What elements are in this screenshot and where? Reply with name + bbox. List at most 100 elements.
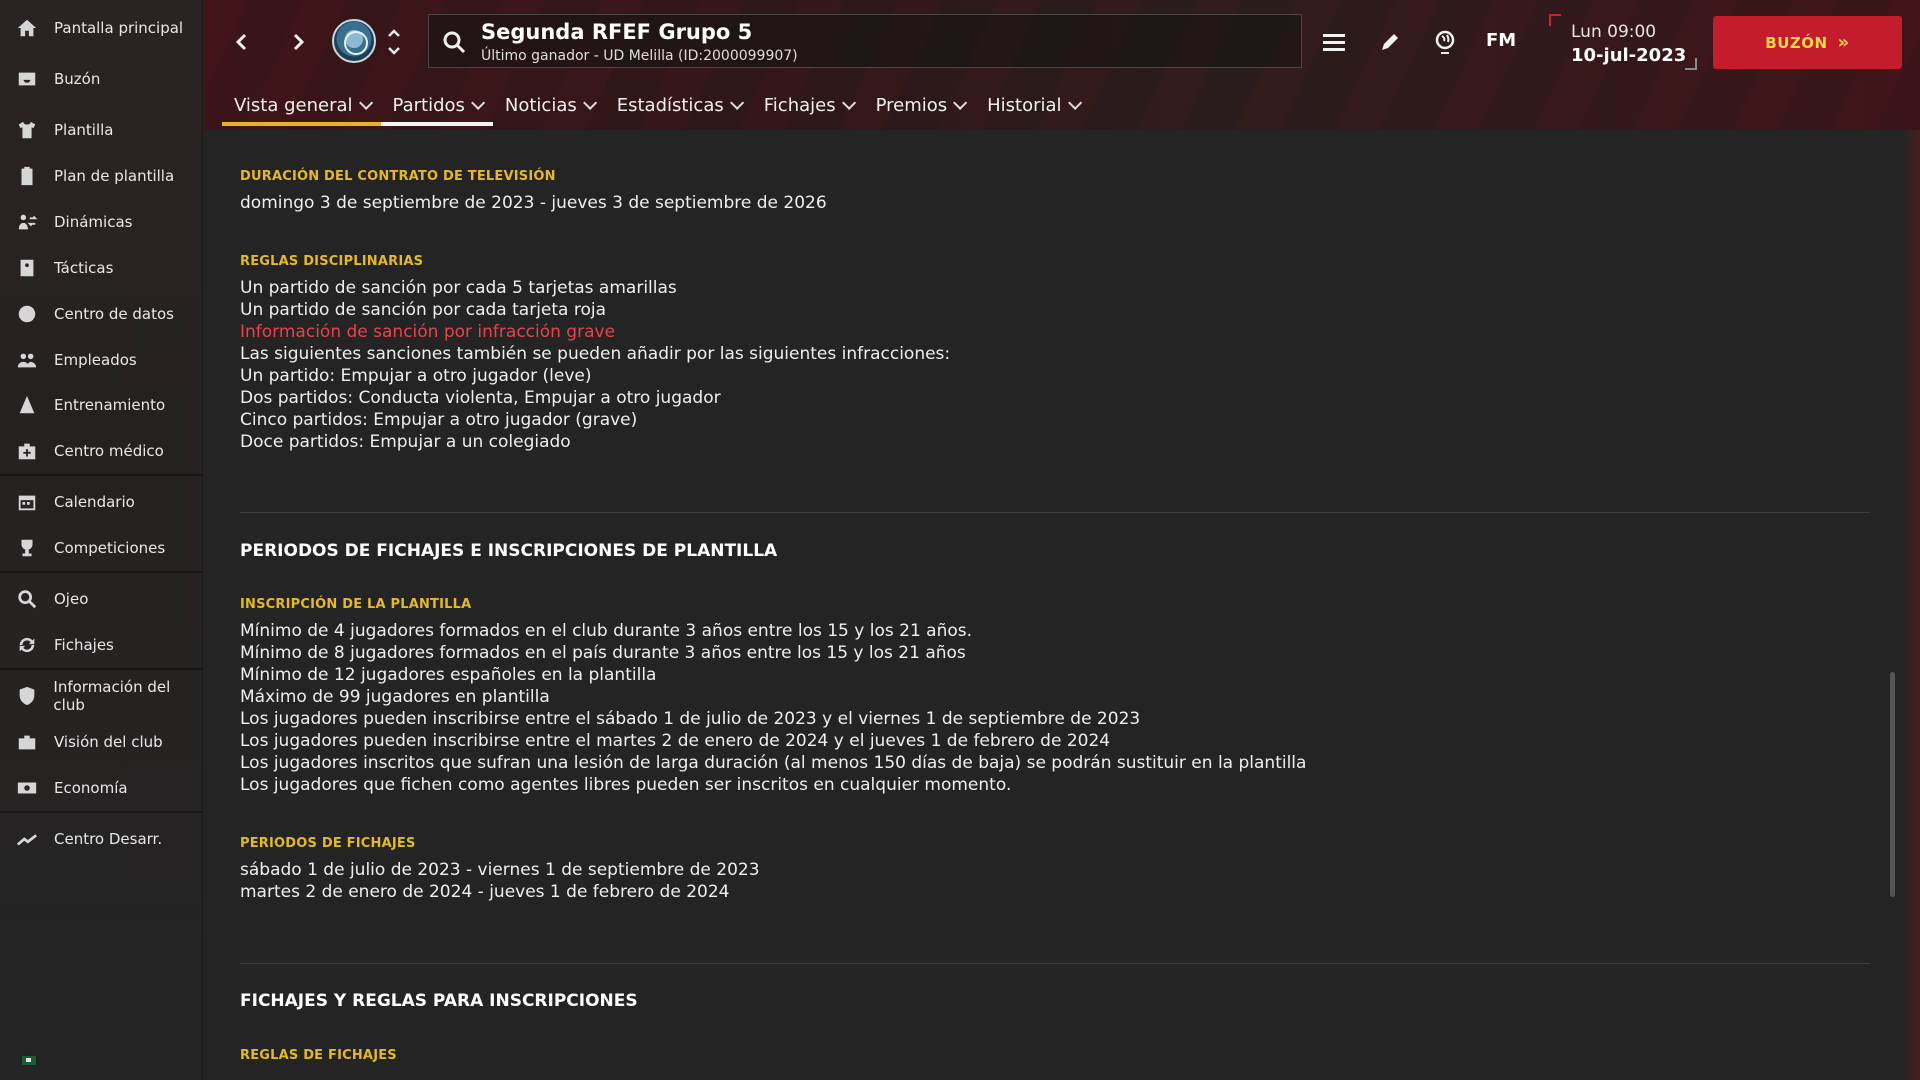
tab-matches[interactable]: Partidos (380, 88, 494, 126)
sidebar-item-dev-centre[interactable]: Centro Desarr. (0, 817, 203, 861)
tab-overview[interactable]: Vista general (222, 88, 381, 126)
fm-logo[interactable]: FM (1486, 30, 1516, 51)
sidebar-item-label: Centro de datos (54, 305, 174, 323)
squad-registration-heading: INSCRIPCIÓN DE LA PLANTILLA (240, 597, 472, 612)
tab-stats[interactable]: Estadísticas (605, 88, 752, 122)
sidebar-item-data-center[interactable]: Centro de datos (0, 292, 203, 336)
sidebar-divider (0, 811, 203, 813)
title-search-bar[interactable]: Segunda RFEF Grupo 5 Último ganador - UD… (428, 14, 1302, 68)
sidebar-divider (0, 571, 203, 573)
sidebar-item-squad-plan[interactable]: Plan de plantilla (0, 154, 203, 198)
sidebar-item-label: Calendario (54, 493, 135, 511)
discipline-line: Doce partidos: Empujar a un colegiado (240, 432, 571, 452)
top-bar: Segunda RFEF Grupo 5 Último ganador - UD… (204, 0, 1920, 130)
edit-button[interactable] (1372, 24, 1408, 60)
edge-decoration (1902, 130, 1920, 1080)
tab-awards[interactable]: Premios (864, 88, 976, 122)
forward-button[interactable] (280, 24, 316, 60)
vertical-scrollbar[interactable] (1890, 672, 1895, 897)
tv-contract-heading: DURACIÓN DEL CONTRATO DE TELEVISIÓN (240, 169, 556, 184)
tab-bar: Vista general Partidos Noticias Estadíst… (222, 88, 1090, 126)
sidebar-item-tactics[interactable]: Tácticas (0, 246, 203, 290)
sidebar-item-label: Entrenamiento (54, 396, 166, 414)
sidebar-divider (0, 474, 203, 476)
medical-kit-icon (14, 438, 40, 464)
sidebar-item-label: Centro Desarr. (54, 830, 163, 848)
sidebar-item-scouting[interactable]: Ojeo (0, 577, 203, 621)
tab-history[interactable]: Historial (975, 88, 1089, 122)
world-button[interactable] (1427, 24, 1463, 60)
sidebar-item-medical[interactable]: Centro médico (0, 429, 203, 473)
discipline-line: Un partido de sanción por cada tarjeta r… (240, 300, 607, 320)
page-subtitle: Último ganador - UD Melilla (ID:20000999… (481, 48, 798, 64)
tab-label: Vista general (234, 94, 353, 116)
page-title: Segunda RFEF Grupo 5 (481, 20, 753, 44)
tab-label: Estadísticas (616, 94, 724, 116)
chevron-left-icon (235, 33, 247, 51)
chevron-down-icon (1067, 95, 1082, 110)
squad-rule-line: Mínimo de 4 jugadores formados en el clu… (240, 621, 973, 641)
sidebar-item-finances[interactable]: Economía (0, 766, 203, 810)
sidebar-item-label: Ojeo (54, 590, 89, 608)
discipline-line: Un partido: Empujar a otro jugador (leve… (240, 366, 592, 386)
tab-label: Fichajes (763, 94, 836, 116)
sidebar-item-label: Economía (54, 779, 128, 797)
chevron-down-icon (729, 95, 744, 110)
tab-news[interactable]: Noticias (493, 88, 605, 122)
tab-transfers[interactable]: Fichajes (752, 88, 864, 122)
sidebar-item-label: Dinámicas (54, 213, 133, 231)
sidebar-item-label: Tácticas (54, 259, 114, 277)
sidebar-item-inbox[interactable]: Buzón (0, 57, 203, 101)
discipline-heading: REGLAS DISCIPLINARIAS (240, 254, 424, 269)
clipboard-icon (14, 163, 40, 189)
calendar-icon (14, 489, 40, 515)
serious-offence-info-link[interactable]: Información de sanción por infracción gr… (240, 322, 615, 342)
sidebar-item-label: Fichajes (54, 636, 114, 654)
back-button[interactable] (224, 24, 260, 60)
nation-flag-icon[interactable] (21, 1055, 37, 1066)
discipline-line: Dos partidos: Conducta violenta, Empujar… (240, 388, 721, 408)
competition-logo[interactable] (332, 19, 376, 63)
sidebar-item-label: Centro médico (54, 442, 164, 460)
tab-label: Historial (987, 94, 1062, 116)
chevron-down-icon (358, 95, 373, 110)
sidebar-item-club-info[interactable]: Información del club (0, 674, 203, 718)
transfer-arrows-icon (14, 632, 40, 658)
discipline-line: Un partido de sanción por cada 5 tarjeta… (240, 278, 677, 298)
date-time-display[interactable]: Lun 09:00 10-jul-2023 (1549, 14, 1697, 70)
sidebar-item-calendar[interactable]: Calendario (0, 480, 203, 524)
sidebar-item-transfers[interactable]: Fichajes (0, 623, 203, 667)
shirt-icon (14, 117, 40, 143)
sidebar-item-training[interactable]: Entrenamiento (0, 383, 203, 427)
squad-rule-line: Los jugadores pueden inscribirse entre e… (240, 709, 1141, 729)
squad-rule-line: Máximo de 99 jugadores en plantilla (240, 687, 550, 707)
sidebar-item-club-vision[interactable]: Visión del club (0, 720, 203, 764)
sidebar-item-label: Plantilla (54, 121, 114, 139)
sidebar-item-staff[interactable]: Empleados (0, 338, 203, 382)
development-graph-icon (14, 826, 40, 852)
sidebar-item-home[interactable]: Pantalla principal (0, 6, 203, 50)
transfer-rules-heading: REGLAS DE FICHAJES (240, 1048, 397, 1063)
tv-contract-text: domingo 3 de septiembre de 2023 - jueves… (240, 193, 827, 213)
tab-label: Partidos (392, 94, 465, 116)
sidebar-item-label: Empleados (54, 351, 137, 369)
continue-inbox-button[interactable]: BUZÓN » (1713, 16, 1902, 69)
dynamics-icon (14, 209, 40, 235)
tab-label: Noticias (504, 94, 577, 116)
chevron-down-icon (953, 95, 968, 110)
current-time: Lun 09:00 (1571, 22, 1657, 42)
chevron-down-icon (582, 95, 597, 110)
up-down-arrows-icon (388, 29, 400, 55)
sidebar-item-dynamics[interactable]: Dinámicas (0, 200, 203, 244)
competition-switcher[interactable] (384, 24, 404, 60)
current-date: 10-jul-2023 (1571, 45, 1687, 66)
sidebar-item-squad[interactable]: Plantilla (0, 108, 203, 152)
sidebar-item-label: Pantalla principal (54, 19, 184, 37)
training-cone-icon (14, 392, 40, 418)
corner-decoration (1549, 14, 1561, 26)
tactics-board-icon (14, 255, 40, 281)
menu-button[interactable] (1316, 24, 1352, 60)
sidebar-item-label: Buzón (54, 70, 101, 88)
sidebar-item-competitions[interactable]: Competiciones (0, 526, 203, 570)
rules-content-panel: DURACIÓN DEL CONTRATO DE TELEVISIÓN domi… (204, 130, 1920, 1080)
